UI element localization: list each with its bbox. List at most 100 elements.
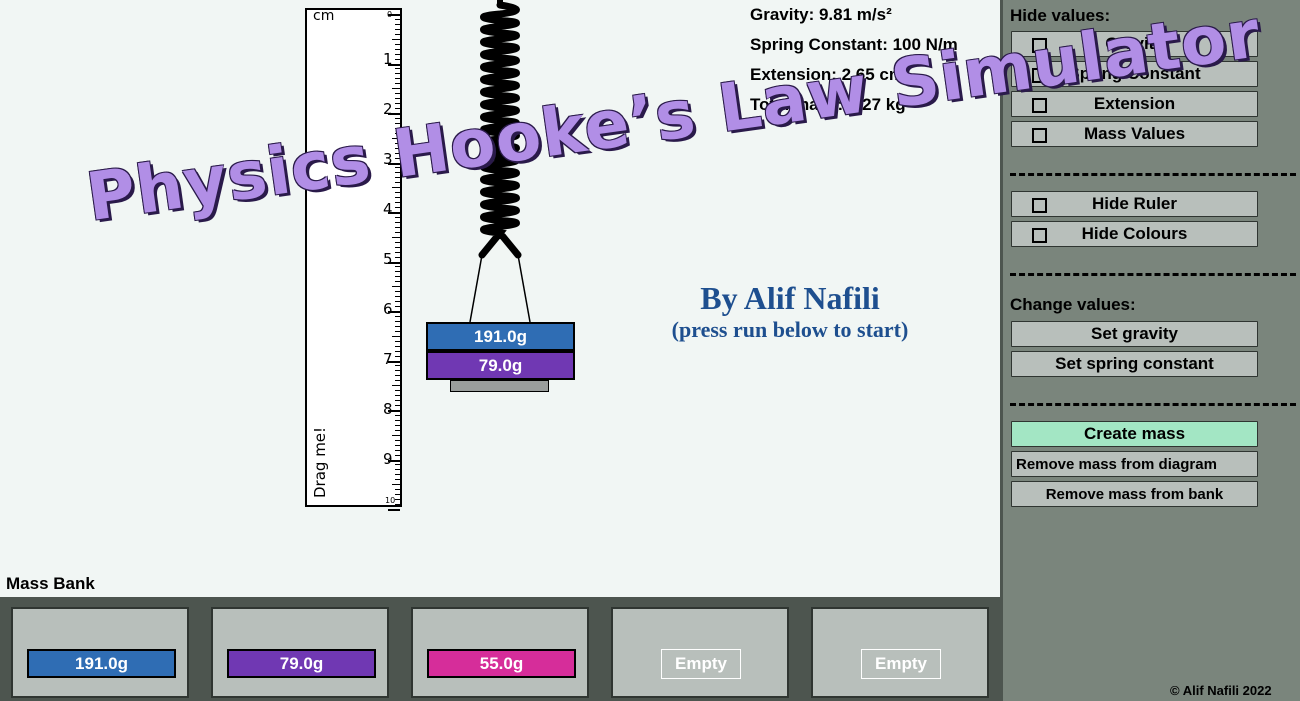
ruler-label-5: 5 [383,250,393,268]
bank-mass[interactable]: 191.0g [27,649,176,678]
checkbox-icon[interactable] [1032,198,1047,213]
ruler-tick [388,360,400,363]
hanging-mass-2[interactable]: 79.0g [426,351,575,380]
ruler-tick [395,355,400,357]
ruler-tick [395,315,400,317]
ruler-tick [395,251,400,253]
set-gravity-button[interactable]: Set gravity [1011,321,1258,347]
ruler-tick [395,375,400,377]
ruler-tick [395,43,400,45]
bank-mass-label: 79.0g [279,653,324,673]
ruler-tick [395,464,400,466]
ruler-tick [395,424,400,426]
ruler-tick [392,484,400,486]
empty-slot-label: Empty [861,649,941,679]
copyright: © Alif Nafili 2022 [1170,683,1272,698]
ruler-tick [395,400,400,402]
ruler-tick [395,202,400,204]
ruler-tick [395,18,400,20]
ruler-tick [395,296,400,298]
ruler-tick [395,350,400,352]
set-spring-constant-button[interactable]: Set spring constant [1011,351,1258,377]
ruler-tick [392,385,400,387]
ruler-label-4: 4 [383,200,393,218]
ruler-tick [395,53,400,55]
ruler-tick [395,98,400,100]
ruler-tick [388,410,400,412]
drag-hint: Drag me! [311,426,329,498]
ruler-tick [395,48,400,50]
ruler-tick [395,439,400,441]
remove-mass-diagram-button[interactable]: Remove mass from diagram [1011,451,1258,477]
ruler-tick [395,266,400,268]
ruler[interactable]: cm 0 10 1 2 3 4 5 6 7 8 9 Drag me! [305,8,402,511]
mass-bank-slot[interactable]: 79.0g [211,607,389,698]
hide-colours-button[interactable]: Hide Colours [1011,221,1258,247]
ruler-tick [388,63,400,66]
mass-bank-slot[interactable]: Empty [611,607,789,698]
checkbox-icon[interactable] [1032,228,1047,243]
author-block: By Alif Nafili (press run below to start… [645,280,935,343]
ruler-tick [395,241,400,243]
mass-bank-slot[interactable]: Empty [811,607,989,698]
ruler-tick [395,221,400,223]
ruler-tick [395,489,400,491]
ruler-tick [395,414,400,416]
ruler-tick [395,291,400,293]
bank-mass[interactable]: 79.0g [227,649,376,678]
ruler-tick [395,345,400,347]
ruler-tick [395,365,400,367]
ruler-tick [395,429,400,431]
author-name: By Alif Nafili [700,280,880,316]
divider [1010,173,1296,176]
ruler-tick [392,286,400,288]
ruler-tick [395,419,400,421]
ruler-tick [392,88,400,90]
bank-mass[interactable]: 55.0g [427,649,576,678]
ruler-ten-label: 10 [385,496,396,505]
ruler-tick [395,256,400,258]
ruler-tick [395,494,400,496]
ruler-tick [395,405,400,407]
ruler-tick [395,28,400,30]
ruler-tick [395,231,400,233]
ruler-tick [388,311,400,313]
hide-ruler-button[interactable]: Hide Ruler [1011,191,1258,217]
toggle-mass-values-button[interactable]: Mass Values [1011,121,1258,147]
ruler-tick [395,103,400,105]
ruler-tick [395,271,400,273]
ruler-label-7: 7 [383,350,393,368]
mass-bank-slot[interactable]: 55.0g [411,607,589,698]
ruler-tick [395,325,400,327]
ruler-tick [395,226,400,228]
ruler-tick [392,434,400,436]
ruler-tick [395,207,400,209]
ruler-tick [395,370,400,372]
mass-hanger [450,380,549,392]
checkbox-icon[interactable] [1032,128,1047,143]
hanging-mass-1[interactable]: 191.0g [426,322,575,351]
ruler-tick [395,281,400,283]
empty-slot-label: Empty [661,649,741,679]
mass-bank-slot[interactable]: 191.0g [11,607,189,698]
ruler-tick [395,380,400,382]
ruler-tick [388,509,400,511]
ruler-tick [388,14,400,16]
divider [1010,273,1296,276]
toggle-extension-label: Extension [1093,94,1176,113]
change-values-header: Change values: [1010,295,1136,314]
ruler-tick [392,236,400,238]
ruler-tick [395,23,400,25]
bank-mass-label: 55.0g [479,653,524,673]
divider [1010,403,1296,406]
ruler-tick [395,83,400,85]
ruler-tick [395,479,400,481]
remove-mass-bank-button[interactable]: Remove mass from bank [1011,481,1258,507]
ruler-tick [395,390,400,392]
ruler-label-8: 8 [383,400,393,418]
mass-bank-title: Mass Bank [6,574,95,593]
ruler-tick [395,58,400,60]
ruler-label-6: 6 [383,300,393,318]
hanging-mass-1-label: 191.0g [474,326,527,346]
create-mass-button[interactable]: Create mass [1011,421,1258,447]
